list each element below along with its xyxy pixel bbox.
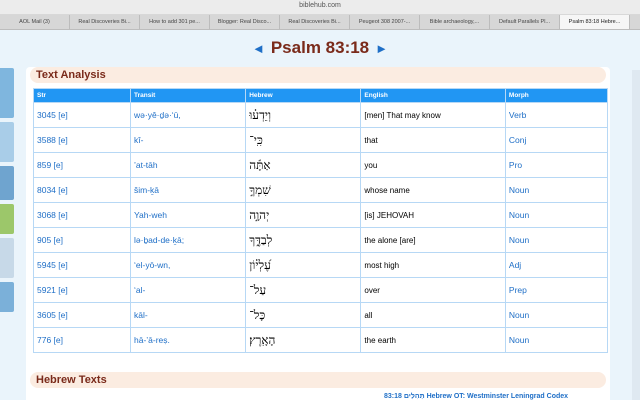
page-title: ◄ Psalm 83:18 ► (0, 38, 640, 58)
column-header-english: English (360, 88, 506, 103)
hebrew-word: שִׁמְךָ֣ (245, 177, 362, 203)
morphology-link[interactable]: Conj (504, 127, 609, 153)
hebrew-texts-section: Hebrew Texts (30, 372, 606, 388)
url-text: biblehub.com (299, 2, 341, 9)
sidebar-thumbnail[interactable] (0, 68, 14, 118)
english-gloss: the earth (360, 327, 506, 353)
browser-tab[interactable]: Blogger: Real Disco... (210, 15, 280, 29)
strongs-number-link[interactable]: 5945 [e] (33, 252, 131, 278)
browser-tab[interactable]: Peugeot 308 2007-... (350, 15, 420, 29)
morphology-link[interactable]: Noun (504, 202, 609, 228)
browser-tab[interactable]: AOL Mail (3) (0, 15, 70, 29)
english-gloss: whose name (360, 177, 506, 203)
transliteration-link[interactable]: lə·ḇad-de·ḵā; (129, 227, 247, 253)
table-row: 5921 [e] ‘al- עַל־ over Prep (33, 277, 609, 303)
transliteration-link[interactable]: kāl- (129, 302, 247, 328)
text-analysis-heading: Text Analysis (36, 69, 106, 81)
table-row: 3605 [e] kāl- כָּל־ all Noun (33, 302, 609, 328)
previous-verse-arrow[interactable]: ◄ (252, 41, 265, 56)
morphology-link[interactable]: Prep (504, 277, 609, 303)
table-header-row: Str Transit Hebrew English Morph (33, 88, 609, 103)
browser-tab[interactable]: Bible archaeology,... (420, 15, 490, 29)
transliteration-link[interactable]: ‘el-yō-wn, (129, 252, 247, 278)
left-sidebar-edge (0, 68, 14, 400)
strongs-number-link[interactable]: 3045 [e] (33, 102, 131, 128)
morphology-link[interactable]: Noun (504, 327, 609, 353)
column-header-transit: Transit (129, 88, 247, 103)
sidebar-thumbnail[interactable] (0, 282, 14, 312)
strongs-number-link[interactable]: 3588 [e] (33, 127, 131, 153)
table-row: 776 [e] hā-’ā-reṣ. הָאָֽרֶץ׃ the earth N… (33, 327, 609, 353)
hebrew-word: אַתָּ֬ה (245, 152, 362, 178)
table-row: 3068 [e] Yah-weh יְהוָ֣ה [is] JEHOVAH No… (33, 202, 609, 228)
hebrew-word: יְהוָ֣ה (245, 202, 362, 228)
text-analysis-section: Text Analysis (30, 67, 606, 83)
english-gloss: that (360, 127, 506, 153)
english-gloss: [is] JEHOVAH (360, 202, 506, 228)
strongs-number-link[interactable]: 3068 [e] (33, 202, 131, 228)
transliteration-link[interactable]: šim-ḵā (129, 177, 247, 203)
table-row: 859 [e] ’at-tāh אַתָּ֬ה you Pro (33, 152, 609, 178)
morphology-link[interactable]: Noun (504, 177, 609, 203)
english-gloss: all (360, 302, 506, 328)
transliteration-link[interactable]: ‘al- (129, 277, 247, 303)
hebrew-word: וְיֵדְע֗וּ (245, 102, 362, 128)
browser-tab[interactable]: How to add 301 pe... (140, 15, 210, 29)
hebrew-word: כָּל־ (245, 302, 362, 328)
browser-tab[interactable]: Default Parallels Pl... (490, 15, 560, 29)
strongs-number-link[interactable]: 905 [e] (33, 227, 131, 253)
sidebar-thumbnail[interactable] (0, 204, 14, 234)
hebrew-texts-heading: Hebrew Texts (36, 374, 107, 386)
column-header-morph: Morph (504, 88, 609, 103)
next-verse-arrow[interactable]: ► (375, 41, 388, 56)
morphology-link[interactable]: Verb (504, 102, 609, 128)
browser-tab[interactable]: Real Discoveries Bi... (280, 15, 350, 29)
english-gloss: [men] That may know (360, 102, 506, 128)
hebrew-word: הָאָֽרֶץ׃ (245, 327, 362, 353)
morphology-link[interactable]: Noun (504, 302, 609, 328)
english-gloss: the alone [are] (360, 227, 506, 253)
browser-tab[interactable]: Real Discoveries Bi... (70, 15, 140, 29)
english-gloss: you (360, 152, 506, 178)
tab-strip: AOL Mail (3) Real Discoveries Bi... How … (0, 15, 640, 30)
english-gloss: most high (360, 252, 506, 278)
sidebar-thumbnail[interactable] (0, 122, 14, 162)
table-row: 3588 [e] kî- כִּֽי־ that Conj (33, 127, 609, 153)
transliteration-link[interactable]: ’at-tāh (129, 152, 247, 178)
column-header-str: Str (33, 88, 131, 103)
strongs-number-link[interactable]: 3605 [e] (33, 302, 131, 328)
morphology-link[interactable]: Noun (504, 227, 609, 253)
verse-title: Psalm 83:18 (270, 38, 370, 57)
hebrew-word: כִּֽי־ (245, 127, 362, 153)
hebrew-text-source-link[interactable]: 83:18 תְּהִלִּים Hebrew OT: Westminster … (384, 393, 568, 400)
tab-strip-empty (630, 15, 640, 29)
strongs-number-link[interactable]: 859 [e] (33, 152, 131, 178)
hebrew-word: עַל־ (245, 277, 362, 303)
table-row: 8034 [e] šim-ḵā שִׁמְךָ֣ whose name Noun (33, 177, 609, 203)
page-body: ◄ Psalm 83:18 ► Text Analysis Hebrew Texts… (0, 30, 640, 400)
strongs-number-link[interactable]: 776 [e] (33, 327, 131, 353)
sidebar-thumbnail[interactable] (0, 166, 14, 200)
strongs-number-link[interactable]: 8034 [e] (33, 177, 131, 203)
morphology-link[interactable]: Adj (504, 252, 609, 278)
morphology-link[interactable]: Pro (504, 152, 609, 178)
column-header-hebrew: Hebrew (245, 88, 362, 103)
transliteration-link[interactable]: wə·yê·ḏə·‘ū, (129, 102, 247, 128)
text-analysis-table: Str Transit Hebrew English Morph 3045 [e… (33, 88, 609, 353)
english-gloss: over (360, 277, 506, 303)
sidebar-thumbnail[interactable] (0, 238, 14, 278)
table-row: 3045 [e] wə·yê·ḏə·‘ū, וְיֵדְע֗וּ [men] T… (33, 102, 609, 128)
right-sidebar-edge (632, 70, 640, 400)
transliteration-link[interactable]: kî- (129, 127, 247, 153)
address-bar[interactable]: biblehub.com (0, 0, 640, 15)
table-row: 905 [e] lə·ḇad-de·ḵā; לְבַדֶּ֑ךָ the alo… (33, 227, 609, 253)
transliteration-link[interactable]: hā-’ā-reṣ. (129, 327, 247, 353)
hebrew-word: עֶ֝לְי֗וֹן (245, 252, 362, 278)
transliteration-link[interactable]: Yah-weh (129, 202, 247, 228)
table-row: 5945 [e] ‘el-yō-wn, עֶ֝לְי֗וֹן most high… (33, 252, 609, 278)
strongs-number-link[interactable]: 5921 [e] (33, 277, 131, 303)
browser-tab-active[interactable]: Psalm 83:18 Hebre... (560, 15, 630, 29)
hebrew-word: לְבַדֶּ֑ךָ (245, 227, 362, 253)
